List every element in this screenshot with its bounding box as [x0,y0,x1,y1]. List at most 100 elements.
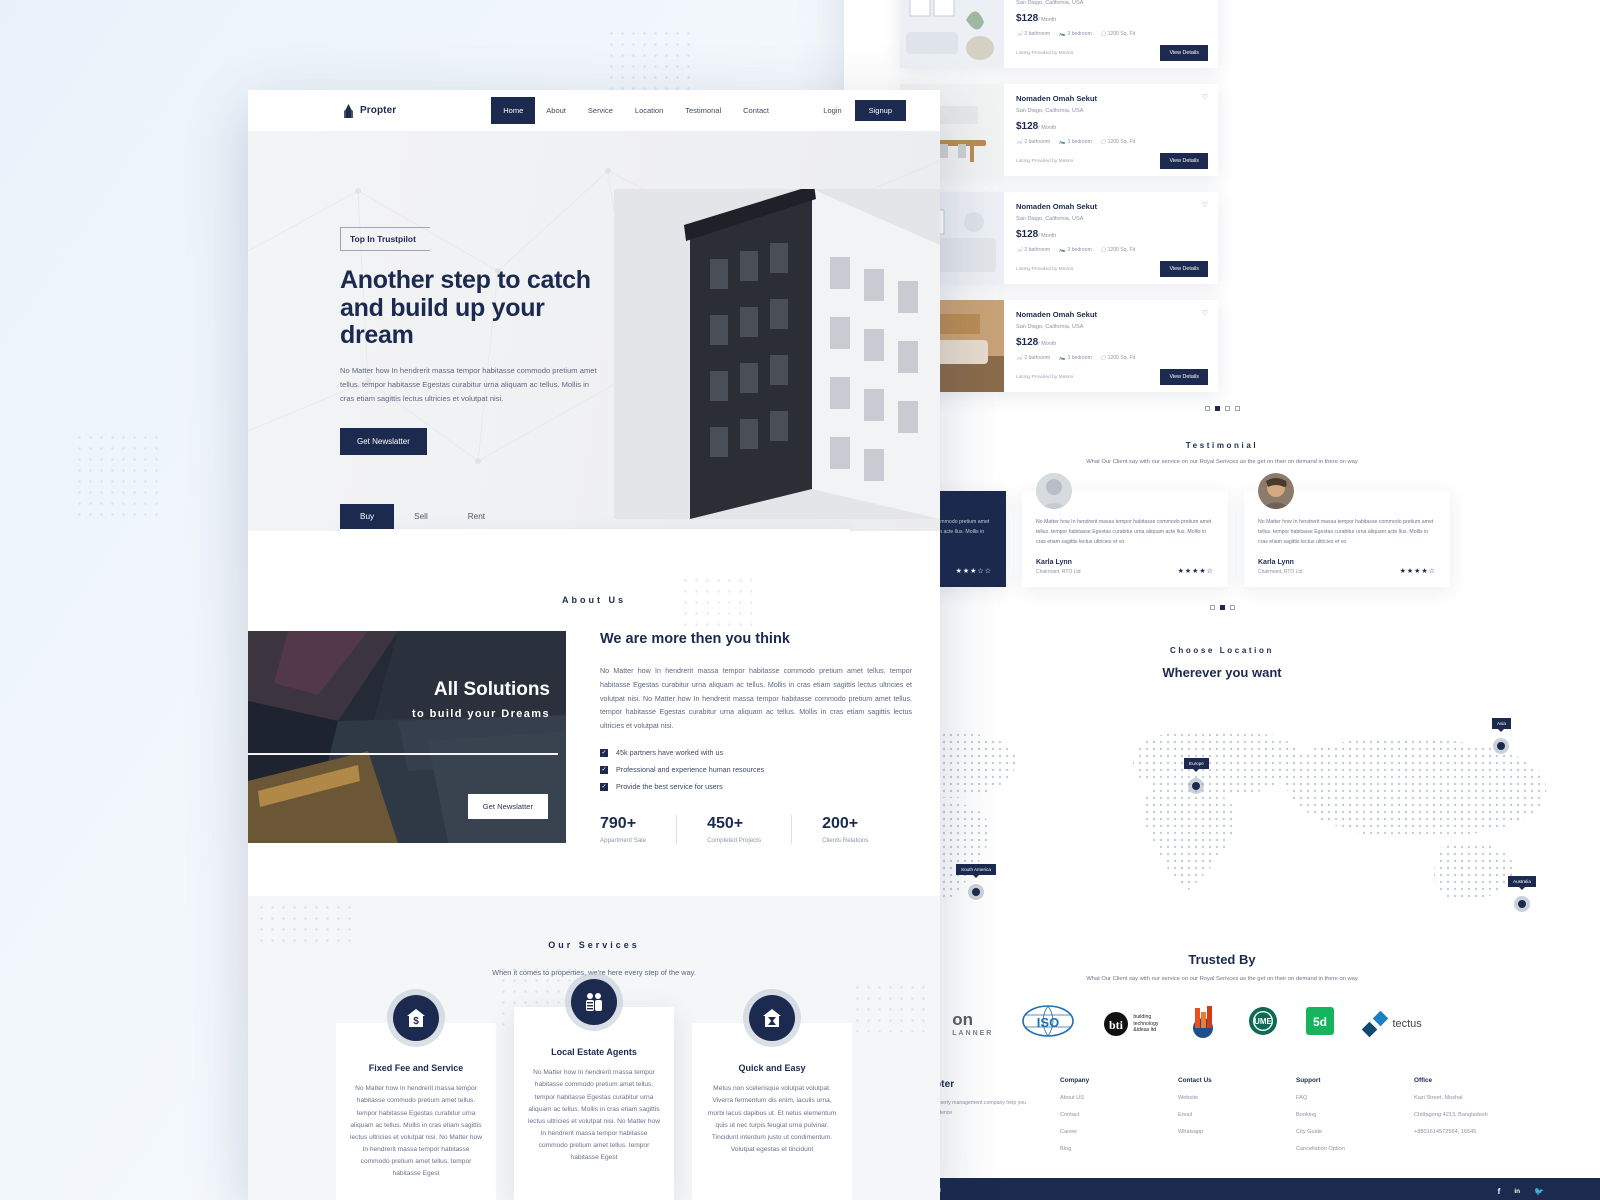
property-area: 1200 Sq. Fit [1107,139,1136,145]
logo-ume: UME [1248,1006,1278,1041]
pagination-dot[interactable] [1204,406,1210,411]
property-area: 1200 Sq. Fit [1107,355,1136,361]
services-subtitle: When it comes to properties, we're here … [492,968,696,978]
area-icon-label: ▢ 1200 Sq. Fit [1101,31,1135,37]
heart-icon[interactable]: ♡ [1202,201,1208,209]
about-paragraph: No Matter how In hendrerit massa tempor … [600,667,912,731]
service-title: Local Estate Agents [551,1047,637,1058]
check-label: Provide the best service for users [616,782,723,792]
stat-number: 200+ [822,815,859,833]
brand-logo[interactable]: Propter [342,103,397,118]
footer-link[interactable]: Email [1178,1112,1262,1118]
service-card-quick-easy: Quick and Easy Metus non scelerisque vol… [692,995,852,1200]
twitter-icon[interactable]: 🐦 [1534,1187,1544,1196]
pagination-dot[interactable] [1229,605,1235,611]
linkedin-icon[interactable]: in [1514,1188,1520,1195]
bath-icon-label: 🛁 2 bathroom [1016,31,1050,37]
tab-rent[interactable]: Rent [448,504,505,529]
property-card[interactable]: ♡ Nomaden Omah Sekut San Diago, Californ… [900,300,1218,392]
view-details-button[interactable]: View Details [1160,45,1208,61]
map-dot-grid [844,698,1600,939]
footer-column-company: Company About US Contact Career Blog [1060,1077,1144,1152]
nav-item-service[interactable]: Service [577,99,624,122]
footer-link[interactable]: Contact [1060,1112,1144,1118]
map-pin-south-america[interactable]: South America [956,864,996,901]
signup-button[interactable]: Signup [854,100,906,121]
footer-link[interactable]: About US [1060,1095,1144,1101]
pagination-dot[interactable] [1224,406,1230,411]
bath-icon-label: 🛁 2 bathroom [1016,247,1050,253]
about-eyebrow: About Us [562,595,626,605]
bath-icon-label: 🛁 2 bathroom [1016,139,1050,145]
tab-sell[interactable]: Sell [394,504,448,529]
property-area: 1200 Sq. Fit [1107,247,1136,253]
property-card[interactable]: ♡ Nomaden Omah Sekut San Diago, Californ… [900,192,1218,284]
property-card[interactable]: ♡ Nomaden Omah Sekut San Diago, Californ… [900,84,1218,176]
property-title: Nomaden Omah Sekut [1016,310,1098,319]
property-pagination[interactable] [844,406,1600,411]
area-icon: ▢ [1100,355,1106,361]
heart-icon[interactable]: ♡ [1202,309,1208,317]
hero-title: Another step to catch and build up your … [340,266,608,350]
nav-item-about[interactable]: About [535,99,577,122]
tab-buy[interactable]: Buy [340,504,395,529]
property-price-period: / Month [1038,233,1057,239]
logo-planner: on LANNER [952,1010,994,1038]
stat-clients-relations: 200+ Clients Relations [791,815,898,845]
service-card-local-agents: Local Estate Agents No Matter how In hen… [514,979,674,1200]
brand-name: Propter [360,105,397,116]
view-details-button[interactable]: View Details [1160,153,1208,169]
footer-link[interactable]: Booking [1296,1112,1380,1118]
about-newsletter-button[interactable]: Get Newslatter [467,794,548,819]
services-section: Our Services When it comes to properties… [248,896,940,1200]
nav-item-location[interactable]: Location [624,99,674,122]
house-dollar-icon: $ [393,995,439,1042]
pagination-dot-active[interactable] [1219,605,1225,611]
nav-item-home[interactable]: Home [491,97,536,124]
property-card[interactable]: ♡ Nomaden Omah Sekut San Diago, Californ… [900,0,1218,68]
map-pin-dot [1493,738,1510,755]
testimonial-text: No Matter how In hendrerit massa tempor … [1036,519,1212,546]
footer-bottom-bar: All right Reserved f in 🐦 [844,1178,1600,1200]
property-price-value: $128 [1016,13,1039,24]
pagination-dot-active[interactable] [1214,406,1220,411]
footer-column-heading: Support [1296,1077,1321,1085]
map-pin-australia[interactable]: Australia [1508,876,1536,913]
testimonial-pagination[interactable] [844,605,1600,611]
hero-newsletter-button[interactable]: Get Newslatter [340,427,427,455]
login-link[interactable]: Login [823,106,841,115]
hero-section: Top In Trustpilot Another step to catch … [248,131,940,531]
footer-link[interactable]: City Guide [1296,1129,1380,1135]
pagination-dot[interactable] [1234,406,1240,411]
property-area: 1200 Sq. Fit [1107,31,1136,37]
heart-icon[interactable]: ♡ [1202,93,1208,101]
nav-item-testimonal[interactable]: Testimonal [674,99,732,122]
map-pin-europe[interactable]: Europe [1184,758,1209,795]
view-details-button[interactable]: View Details [1160,369,1208,385]
footer-link[interactable]: Cancellation Option [1296,1146,1380,1152]
service-body: Metus non scelerisque volutpat volutpat.… [707,1085,837,1154]
facebook-icon[interactable]: f [1498,1187,1501,1196]
footer-link[interactable]: Whatsapp [1178,1129,1262,1135]
footer-column-heading: Contact Us [1178,1077,1212,1085]
service-title: Quick and Easy [738,1063,806,1074]
pagination-dot[interactable] [1209,605,1215,611]
bg-dotfield-top [606,28,698,90]
house-hourglass-icon [749,995,795,1042]
check-icon: ✓ [600,782,608,791]
footer-link[interactable]: Career [1060,1129,1144,1135]
about-section: About Us All Solutions to build your Dre… [248,531,940,845]
property-title: Nomaden Omah Sekut [1016,202,1098,211]
map-pin-asia[interactable]: Asia [1492,718,1511,755]
bath-icon: 🛁 [1016,139,1023,145]
view-details-button[interactable]: View Details [1160,261,1208,277]
footer-link[interactable]: Website [1178,1095,1262,1101]
trusted-subtitle: What Our Client say with our service on … [1086,976,1358,983]
primary-page: Propter Home About Service Location Test… [248,90,940,1200]
footer-link[interactable]: Blog [1060,1146,1144,1152]
footer-link[interactable]: FAQ [1296,1095,1380,1101]
stat-number: 450+ [707,815,744,833]
avatar [1258,473,1294,509]
nav-item-contact[interactable]: Contact [732,99,780,122]
about-text: We are more then you think No Matter how… [566,631,940,845]
